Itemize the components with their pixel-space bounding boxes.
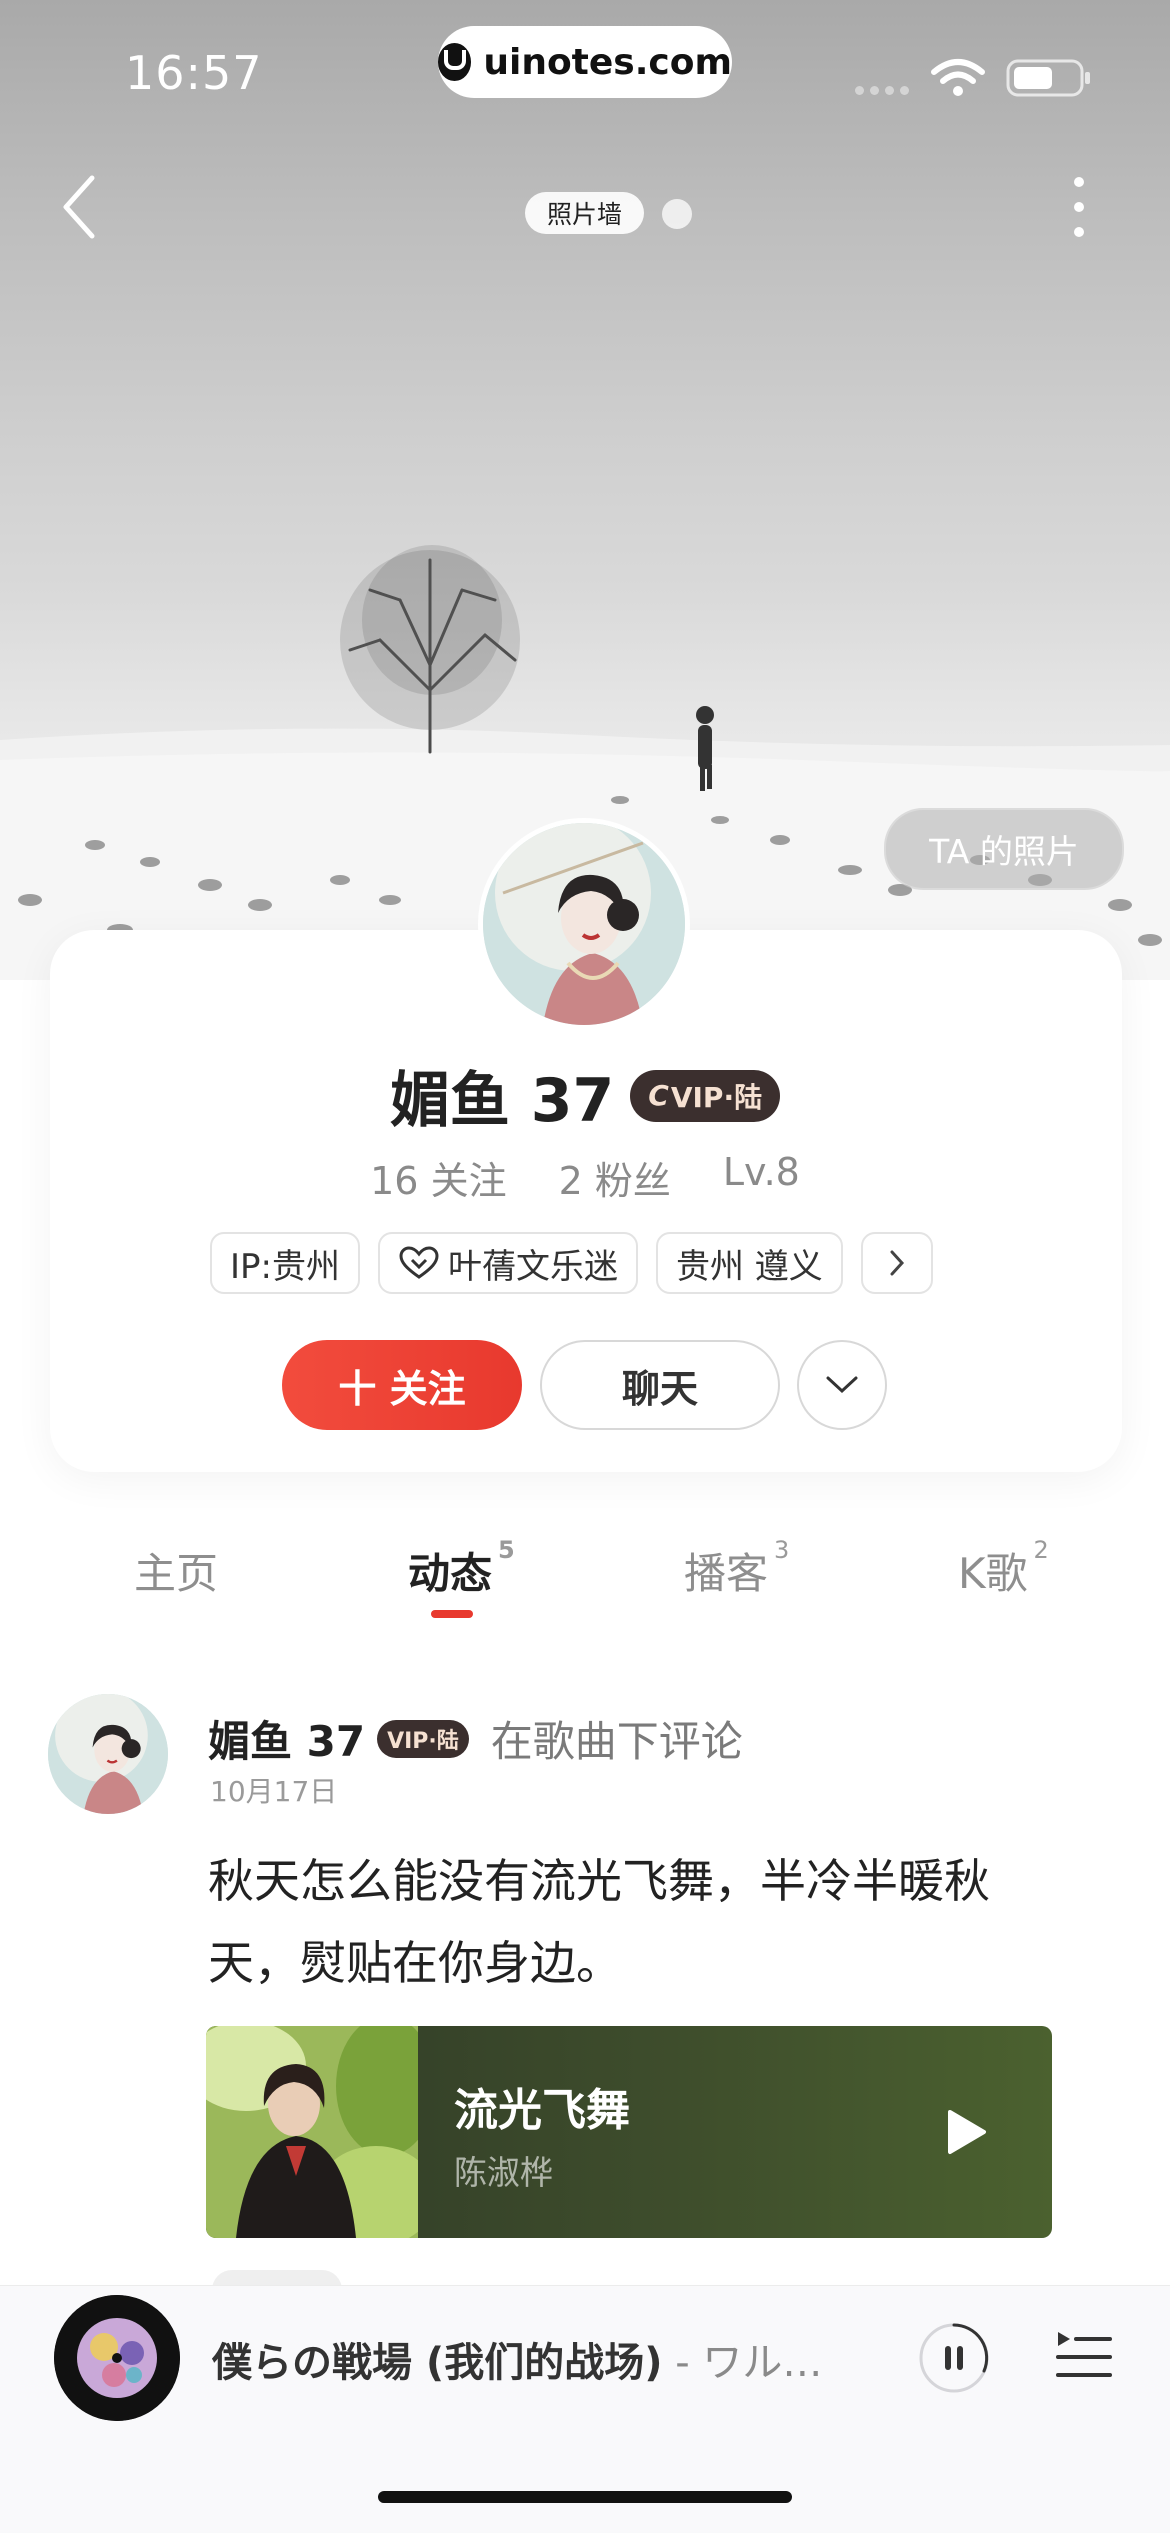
now-playing-title[interactable]: 僕らの戦場 (我们的战场) - ワル… [212,2330,852,2388]
tag-location[interactable]: 贵州 遵义 [656,1232,843,1294]
site-logo-icon [438,43,472,81]
song-title: 流光飞舞 [454,2085,630,2136]
post-text[interactable]: 秋天怎么能没有流光飞舞，半冷半暖秋天，熨贴在你身边。 [208,1840,1058,2004]
post-vip-badge[interactable]: VIP·陆 [377,1719,469,1758]
tab-activity[interactable]: 动态 5 [408,1536,515,1601]
back-icon[interactable] [56,170,106,244]
photowall-pill[interactable]: 照片墙 [525,192,645,234]
vip-badge[interactable]: C VIP·陆 [630,1069,781,1122]
pager-dot [662,199,692,229]
post-action: 在歌曲下评论 [490,1717,743,1766]
nickname: 媚鱼 37 [389,1066,615,1136]
playlist-icon[interactable] [1054,2326,1114,2386]
tab-home-label: 主页 [134,1549,219,1598]
tab-indicator [431,1610,473,1618]
play-icon[interactable] [936,2104,992,2160]
tag-ip[interactable]: IP:贵州 [210,1232,360,1294]
post-author[interactable]: 媚鱼 37 [208,1708,365,1769]
level-stat[interactable]: Lv.8 [723,1150,800,1205]
more-icon[interactable] [1064,170,1094,244]
chevron-right-icon [890,1250,904,1276]
now-playing-artist: - ワル… [662,2340,823,2386]
now-playing-song: 僕らの戦場 (我们的战场) [212,2340,663,2386]
song-card[interactable]: 流光飞舞 陈淑桦 [206,2026,1052,2238]
following-label: 关注 [430,1159,507,1203]
chevron-down-icon [826,1376,858,1394]
expand-button[interactable] [797,1340,887,1430]
wifi-icon [931,59,985,96]
tab-activity-count: 5 [498,1536,515,1564]
battery-icon [1006,59,1090,97]
nickname-row: 媚鱼 37 C VIP·陆 [0,1052,1170,1139]
followers-label: 粉丝 [594,1159,671,1203]
tag-fan[interactable]: 叶蒨文乐迷 [378,1232,638,1294]
post-avatar-illustration [48,1694,168,1814]
fan-heart-icon [399,1246,439,1279]
post-header: 媚鱼 37 VIP·陆 在歌曲下评论 [208,1708,743,1769]
home-indicator[interactable] [378,2491,792,2503]
tags-more-button[interactable] [860,1232,933,1294]
now-playing-disc[interactable] [54,2295,180,2421]
pause-button[interactable] [918,2322,990,2394]
tab-home[interactable]: 主页 [134,1540,218,1601]
ta-photos-button[interactable]: TA 的照片 [884,808,1124,890]
tab-podcast-count: 3 [774,1536,790,1564]
avatar-illustration [483,823,685,1025]
following-count: 16 [370,1159,419,1203]
tab-karaoke[interactable]: K歌 2 [958,1536,1049,1601]
tab-karaoke-label: K歌 [958,1549,1028,1598]
status-time: 16:57 [125,46,263,100]
following-stat[interactable]: 16 关注 [370,1150,506,1205]
tags-row: IP:贵州 叶蒨文乐迷 贵州 遵义 [210,1232,933,1294]
followers-count: 2 [558,1159,583,1203]
now-playing-cover [54,2295,180,2421]
tag-fan-label: 叶蒨文乐迷 [448,1246,618,1287]
post-date: 10月17日 [210,1775,338,1808]
cellular-signal-icon [855,86,909,95]
avatar[interactable] [478,818,690,1030]
vip-badge-label: VIP·陆 [670,1080,763,1114]
tab-activity-label: 动态 [408,1549,493,1598]
vip-logo-icon: C [648,1079,669,1112]
tab-podcast[interactable]: 播客 3 [684,1536,789,1601]
followers-stat[interactable]: 2 粉丝 [559,1150,671,1205]
post-avatar[interactable] [48,1694,168,1814]
tab-podcast-label: 播客 [684,1549,769,1598]
url-text: uinotes.com [483,41,732,83]
song-cover-image [206,2026,418,2238]
stats-row: 16 关注 2 粉丝 Lv.8 [0,1150,1170,1205]
url-pill[interactable]: uinotes.com [438,26,732,98]
song-artist: 陈淑桦 [454,2153,553,2192]
follow-button[interactable]: 十 关注 [282,1340,522,1430]
chat-button[interactable]: 聊天 [540,1340,780,1430]
tab-karaoke-count: 2 [1033,1536,1049,1564]
